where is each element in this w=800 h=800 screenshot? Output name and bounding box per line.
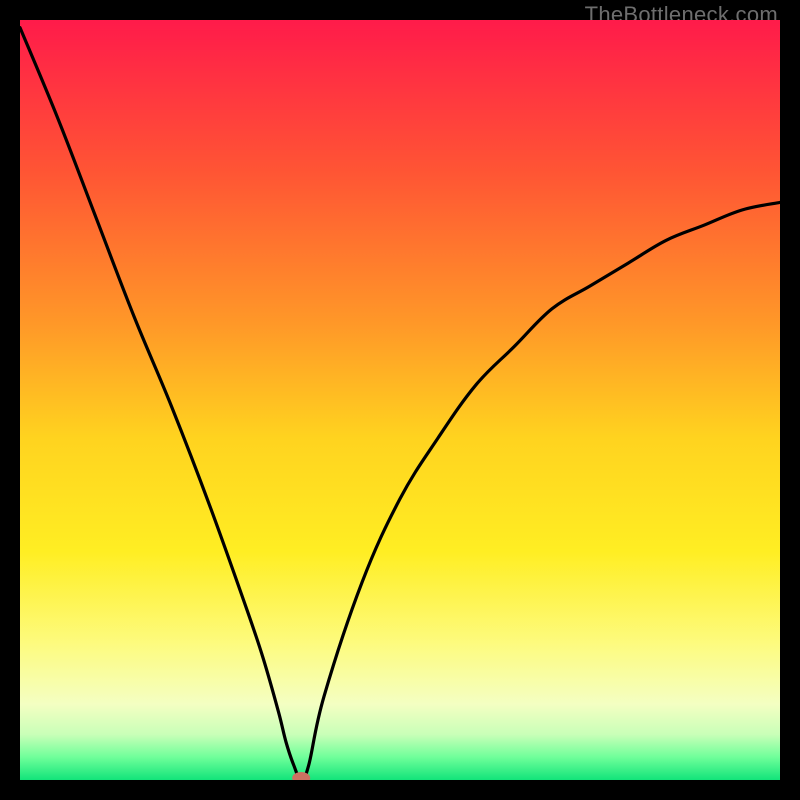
chart-svg <box>20 20 780 780</box>
chart-frame <box>20 20 780 780</box>
chart-background <box>20 20 780 780</box>
